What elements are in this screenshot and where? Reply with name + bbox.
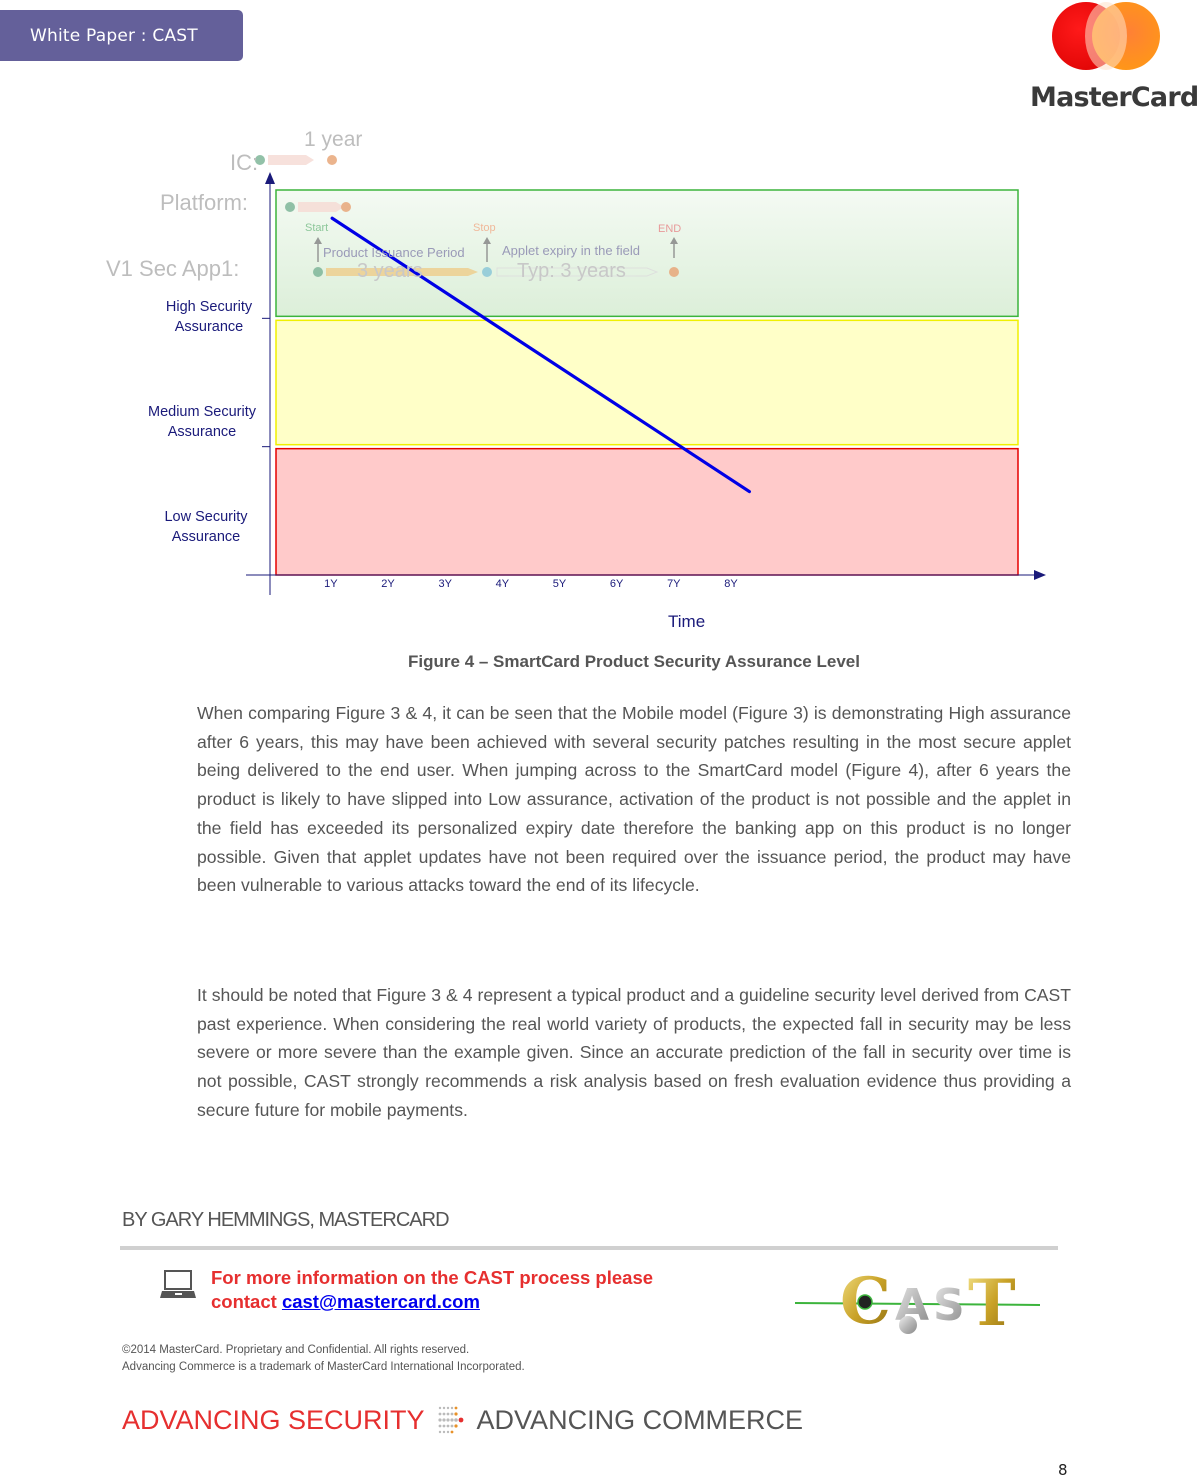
timeline-issuance-label: Product Issuance Period: [323, 245, 465, 260]
platform-arrow: [298, 202, 344, 212]
white-paper-badge: White Paper : CAST: [0, 10, 243, 61]
arrow-dots-icon: [437, 1406, 463, 1434]
x-axis-arrow: [1034, 570, 1046, 580]
issuance-stop-dot: [482, 267, 492, 277]
logo-overlap: [1085, 2, 1127, 70]
y-axis-arrow: [265, 172, 275, 184]
svg-text:T: T: [968, 1266, 1016, 1335]
timeline-marker-end: END: [658, 223, 682, 235]
timeline-expiry-label: Applet expiry in the field: [502, 243, 641, 258]
slogan-left: ADVANCING SECURITY: [122, 1404, 425, 1435]
timeline-row-ic: IC:: [230, 150, 259, 175]
ic-end-dot: [327, 155, 337, 165]
cast-logo: C A S T: [794, 1265, 1041, 1335]
badge-label: White Paper : CAST: [30, 25, 198, 46]
divider: [120, 1246, 1058, 1250]
x-tick-label: 6Y: [609, 578, 624, 590]
platform-end-dot: [341, 202, 351, 212]
x-tick-label: 4Y: [495, 578, 510, 590]
timeline-row-platform: Platform:: [160, 190, 249, 215]
timeline-row-app: V1 Sec App1:: [106, 256, 240, 281]
logo-wordmark: MasterCard: [1030, 82, 1199, 113]
ic-arrow: [268, 155, 314, 165]
timeline-marker-stop: Stop: [473, 222, 496, 234]
timeline-issuance-duration: 3 years: [357, 260, 423, 282]
body-paragraph-2: It should be noted that Figure 3 & 4 rep…: [197, 985, 1071, 1120]
x-tick-label: 5Y: [552, 578, 567, 590]
x-tick-label: 3Y: [438, 578, 452, 590]
slogan: ADVANCING SECURITY ADVANCING COMMERCE: [122, 1404, 803, 1436]
timeline-expiry-duration: Typ: 3 years: [517, 260, 626, 282]
figure-caption: Figure 4 – SmartCard Product Security As…: [408, 652, 860, 671]
expiry-end-dot: [669, 267, 679, 277]
svg-text:S: S: [933, 1280, 965, 1331]
page-number: 8: [1058, 1461, 1068, 1479]
security-assurance-chart: IC: 1 year Platform: V1 Sec App1: Start …: [0, 120, 1200, 640]
legal-notice: ©2014 MasterCard. Proprietary and Confid…: [122, 1344, 525, 1373]
body-paragraph-1: When comparing Figure 3 & 4, it can be s…: [197, 703, 1071, 896]
issuance-start-dot: [313, 267, 323, 277]
laptop-icon: [160, 1270, 196, 1298]
contact-email-link[interactable]: cast@mastercard.com: [282, 1291, 480, 1312]
band-label-high: High Security Assurance: [165, 299, 253, 335]
byline: BY GARY HEMMINGS, MASTERCARD: [122, 1209, 450, 1231]
mastercard-logo: MasterCard: [1030, 0, 1200, 115]
x-tick-label: 1Y: [324, 578, 338, 590]
band-low-security-assurance: [275, 447, 1019, 576]
contact-info: For more information on the CAST process…: [211, 1267, 654, 1312]
platform-start-dot: [285, 202, 295, 212]
slogan-right: ADVANCING COMMERCE: [476, 1404, 804, 1435]
timeline-ic-period: 1 year: [304, 128, 363, 151]
band-label-medium: Medium Security Assurance: [148, 404, 256, 440]
x-tick-label: 8Y: [724, 578, 738, 590]
timeline-marker-start: Start: [305, 222, 329, 234]
x-axis-title: Time: [668, 612, 706, 631]
x-tick-label: 2Y: [381, 578, 395, 590]
x-tick-label: 7Y: [667, 578, 681, 590]
band-label-low: Low Security Assurance: [164, 509, 248, 545]
